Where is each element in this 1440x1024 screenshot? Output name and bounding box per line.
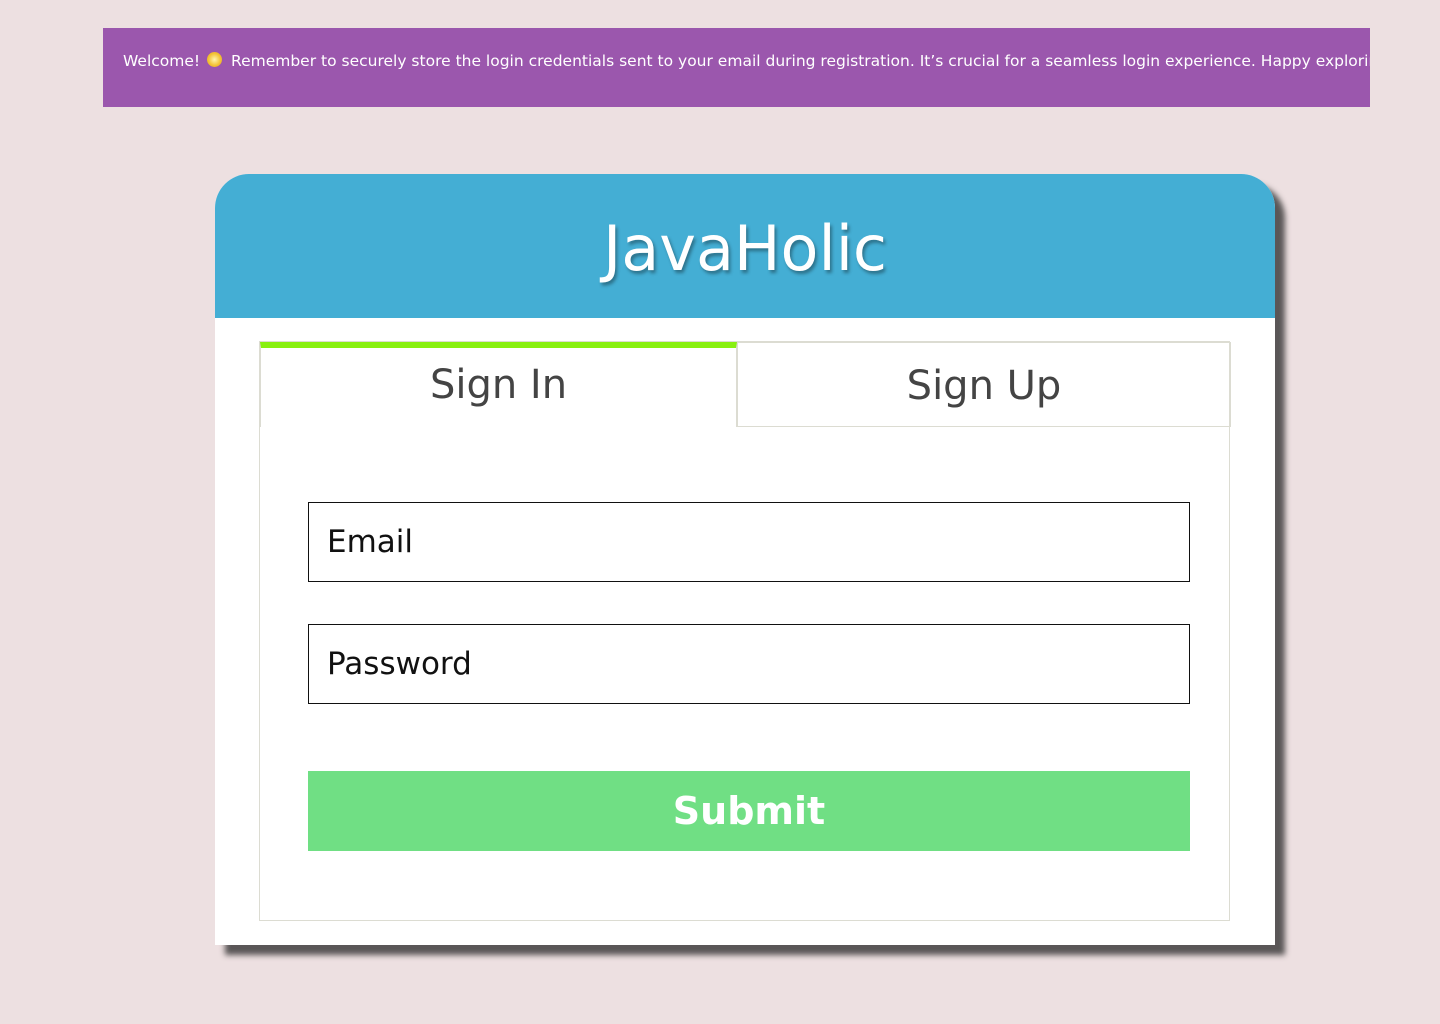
app-header: JavaHolic (215, 174, 1275, 318)
auth-card: JavaHolic Sign In Sign Up Submit (215, 174, 1275, 945)
banner-message: Remember to securely store the login cre… (231, 52, 1370, 70)
auth-panel: Sign In Sign Up Submit (259, 341, 1231, 921)
email-field[interactable] (308, 502, 1190, 582)
sparkle-emoji-icon (207, 52, 223, 67)
tab-sign-in[interactable]: Sign In (260, 342, 737, 427)
submit-button[interactable]: Submit (308, 771, 1190, 851)
app-title: JavaHolic (602, 212, 888, 285)
tab-sign-up[interactable]: Sign Up (737, 342, 1231, 427)
banner-welcome: Welcome! (123, 52, 201, 70)
welcome-banner: Welcome! Remember to securely store the … (103, 28, 1370, 107)
password-field[interactable] (308, 624, 1190, 704)
